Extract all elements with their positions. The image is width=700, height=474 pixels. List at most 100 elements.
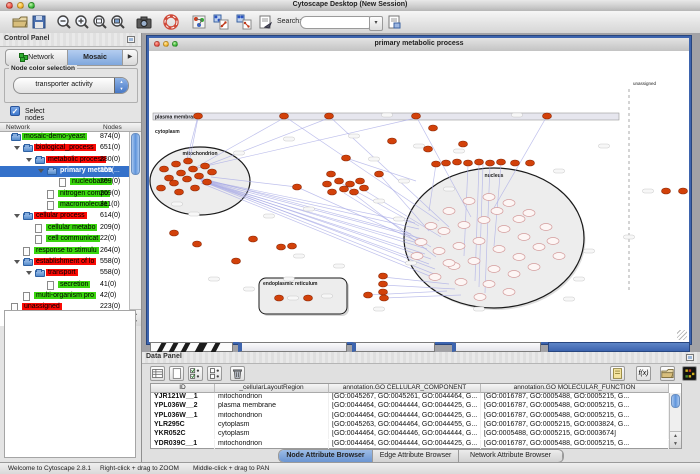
- selected-gene-node[interactable]: [375, 171, 384, 177]
- table-column-header[interactable]: ID: [151, 384, 215, 393]
- selected-gene-node[interactable]: [511, 160, 520, 166]
- node-color-dropdown[interactable]: transporter activity ▲▼: [13, 77, 129, 94]
- tab-network[interactable]: Network: [6, 50, 68, 65]
- network-window-titlebar[interactable]: primary metabolic process: [149, 38, 689, 52]
- edit-network-icon-1[interactable]: [213, 14, 229, 30]
- selected-gene-node[interactable]: [232, 258, 241, 264]
- gene-node[interactable]: [498, 226, 510, 233]
- selected-gene-node[interactable]: [328, 189, 337, 195]
- tree-row[interactable]: secretion41(0): [0, 280, 128, 291]
- selected-gene-node[interactable]: [424, 146, 433, 152]
- selected-gene-node[interactable]: [194, 113, 203, 119]
- selected-gene-node[interactable]: [459, 141, 468, 147]
- search-index-icon[interactable]: [386, 14, 402, 30]
- tree-scrollbar-thumb[interactable]: [131, 133, 140, 175]
- gene-node[interactable]: [540, 224, 552, 231]
- gene-node[interactable]: [478, 217, 490, 224]
- tree-row[interactable]: metabolic process280(0): [0, 155, 128, 166]
- function-builder-icon[interactable]: f(x): [636, 366, 651, 381]
- tree-row[interactable]: nitrogen compo209(0): [0, 189, 128, 200]
- expand-arrow-icon[interactable]: [38, 169, 44, 173]
- expand-arrow-icon[interactable]: [26, 158, 32, 162]
- gene-node[interactable]: [528, 264, 540, 271]
- selected-gene-node[interactable]: [380, 295, 389, 301]
- gene-node[interactable]: [488, 266, 500, 273]
- tree-row[interactable]: cellular process614(0): [0, 211, 128, 222]
- tree-row[interactable]: cellular metabo209(0): [0, 223, 128, 234]
- delete-attribute-icon[interactable]: [230, 366, 245, 381]
- selected-gene-node[interactable]: [327, 171, 336, 177]
- tab-network-attribute-browser[interactable]: Network Attribute Browser: [459, 450, 563, 462]
- selected-gene-node[interactable]: [288, 243, 297, 249]
- tree-row[interactable]: establishment of lo558(0): [0, 257, 128, 268]
- table-cell[interactable]: cytoplasm: [215, 430, 329, 439]
- selected-gene-node[interactable]: [170, 180, 179, 186]
- selected-gene-node[interactable]: [356, 178, 365, 184]
- tree-row-label[interactable]: metabolic process: [46, 156, 106, 163]
- table-cell[interactable]: YPL036W__2: [151, 402, 215, 411]
- tab-edge-attribute-browser[interactable]: Edge Attribute Browser: [373, 450, 459, 462]
- vizmapper-icon[interactable]: [191, 14, 207, 30]
- tree-row[interactable]: nucleobase-209(0): [0, 177, 128, 188]
- background-window-fragment[interactable]: [238, 342, 347, 352]
- selected-gene-node[interactable]: [453, 159, 462, 165]
- table-cell[interactable]: [GO:0016787, GO:0005488, GO:0005215, G..…: [481, 402, 669, 411]
- selected-gene-node[interactable]: [193, 241, 202, 247]
- gene-node[interactable]: [547, 238, 559, 245]
- tree-row[interactable]: multi-organism pro42(0): [0, 291, 128, 302]
- selected-gene-node[interactable]: [360, 185, 369, 191]
- table-cell[interactable]: [GO:0044464, GO:0044444, GO:0044425, G..…: [329, 402, 481, 411]
- expand-arrow-icon[interactable]: [14, 214, 20, 218]
- table-cell[interactable]: [GO:0016787, GO:0005488, GO:0005215, G..…: [481, 440, 669, 449]
- table-cell[interactable]: [GO:0016787, GO:0005488, GO:0005215, G..…: [481, 393, 669, 402]
- selected-gene-node[interactable]: [157, 185, 166, 191]
- selected-gene-node[interactable]: [379, 281, 388, 287]
- table-column-header[interactable]: _cellularLayoutRegion: [215, 384, 329, 393]
- gene-node[interactable]: [458, 222, 470, 229]
- table-cell[interactable]: [GO:0005488, GO:0005215, GO:0003674]: [481, 430, 669, 439]
- selected-gene-node[interactable]: [160, 166, 169, 172]
- tree-row-label[interactable]: cellular metabo: [46, 224, 97, 231]
- create-attribute-icon[interactable]: [169, 366, 184, 381]
- birdseye-view-panel[interactable]: [4, 310, 136, 458]
- table-cell[interactable]: YLR295C: [151, 421, 215, 430]
- select-all-attributes-icon[interactable]: [188, 366, 203, 381]
- gene-node[interactable]: [493, 246, 505, 253]
- network-canvas[interactable]: plasma membranecytoplasmunassignedmitoch…: [149, 51, 689, 342]
- background-window-fragment[interactable]: [452, 342, 541, 352]
- table-cell[interactable]: [GO:0044464, GO:0044444, GO:0044425, G..…: [329, 440, 481, 449]
- table-cell[interactable]: [GO:0044464, GO:0044444, GO:0044425, G..…: [329, 412, 481, 421]
- zoom-fit-icon[interactable]: [92, 14, 108, 30]
- selected-gene-node[interactable]: [203, 179, 212, 185]
- table-cell[interactable]: mitochondrion: [215, 393, 329, 402]
- background-window-fragment[interactable]: [150, 342, 233, 352]
- selected-gene-node[interactable]: [379, 273, 388, 279]
- table-cell[interactable]: YKR052C: [151, 430, 215, 439]
- gene-node[interactable]: [503, 200, 515, 207]
- tree-row-label[interactable]: establishment of lo: [34, 258, 96, 265]
- resize-grip[interactable]: [677, 330, 687, 340]
- selected-gene-node[interactable]: [191, 185, 200, 191]
- expand-arrow-icon[interactable]: [14, 146, 20, 150]
- tree-row[interactable]: mosaic-demo-yeast874(0): [0, 132, 128, 143]
- selected-gene-node[interactable]: [388, 138, 397, 144]
- tree-scrollbar[interactable]: ▲▼: [129, 132, 141, 326]
- table-cell[interactable]: [GO:0044464, GO:0044446, GO:0044444, G..…: [329, 430, 481, 439]
- network-view-window[interactable]: primary metabolic process plasma membran…: [147, 36, 691, 344]
- gene-node[interactable]: [433, 248, 445, 255]
- selected-gene-node[interactable]: [475, 159, 484, 165]
- gene-node[interactable]: [491, 208, 503, 215]
- selected-gene-node[interactable]: [342, 155, 351, 161]
- notes-icon[interactable]: [610, 366, 625, 381]
- gene-node[interactable]: [425, 223, 437, 230]
- selected-gene-node[interactable]: [277, 244, 286, 250]
- selected-gene-node[interactable]: [304, 295, 313, 301]
- table-cell[interactable]: [GO:0045267, GO:0045261, GO:0044464, G..…: [329, 393, 481, 402]
- tree-row[interactable]: biological_process651(0): [0, 143, 128, 154]
- search-go-button[interactable]: ▾: [369, 16, 383, 31]
- gene-node[interactable]: [503, 289, 515, 296]
- table-scrollbar[interactable]: ▲▼: [669, 393, 681, 448]
- unselect-all-attributes-icon[interactable]: [207, 366, 222, 381]
- selected-gene-node[interactable]: [335, 178, 344, 184]
- gene-node[interactable]: [468, 258, 480, 265]
